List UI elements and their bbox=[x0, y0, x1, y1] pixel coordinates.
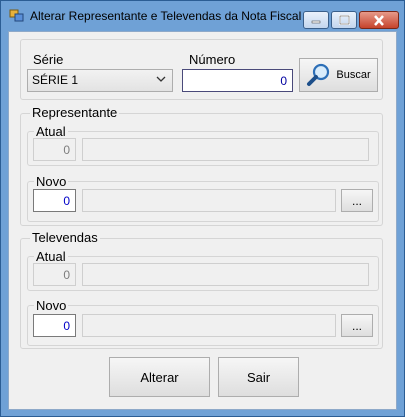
representante-novo-label: Novo bbox=[34, 174, 69, 189]
televendas-novo-name bbox=[82, 314, 336, 337]
app-icon bbox=[9, 9, 24, 22]
search-icon bbox=[307, 63, 330, 86]
main-window: Alterar Representante e Televendas da No… bbox=[0, 0, 405, 417]
minimize-button[interactable] bbox=[303, 11, 329, 29]
title-bar[interactable]: Alterar Representante e Televendas da No… bbox=[1, 1, 404, 31]
representante-group-title: Representante bbox=[30, 105, 120, 120]
numero-label: Número bbox=[189, 52, 236, 67]
close-icon bbox=[374, 14, 384, 26]
representante-atual-label: Atual bbox=[34, 124, 68, 139]
televendas-novo-code-input[interactable]: 0 bbox=[33, 314, 76, 337]
chevron-down-icon bbox=[156, 76, 166, 82]
representante-atual-code: 0 bbox=[33, 138, 76, 161]
representante-browse-button[interactable]: ... bbox=[341, 189, 373, 212]
numero-input[interactable]: 0 bbox=[182, 69, 293, 92]
sair-button[interactable]: Sair bbox=[218, 357, 299, 397]
alterar-button[interactable]: Alterar bbox=[109, 357, 210, 397]
buscar-button-label: Buscar bbox=[336, 69, 371, 81]
representante-atual-name bbox=[82, 138, 369, 161]
window-title: Alterar Representante e Televendas da No… bbox=[30, 9, 302, 23]
close-button[interactable] bbox=[359, 11, 399, 29]
minimize-icon bbox=[311, 20, 321, 24]
maximize-button[interactable] bbox=[331, 11, 357, 29]
representante-novo-name bbox=[82, 189, 336, 212]
televendas-atual-name bbox=[82, 263, 369, 286]
serie-selected-value: SÉRIE 1 bbox=[32, 73, 79, 87]
buscar-button[interactable]: Buscar bbox=[299, 58, 378, 92]
form-client-area: Série SÉRIE 1 Número 0 Buscar Representa… bbox=[8, 31, 397, 410]
televendas-browse-button[interactable]: ... bbox=[341, 314, 373, 337]
maximize-icon bbox=[338, 15, 350, 25]
serie-label: Série bbox=[33, 52, 64, 67]
televendas-group-title: Televendas bbox=[30, 230, 100, 245]
representante-novo-code-input[interactable]: 0 bbox=[33, 189, 76, 212]
televendas-atual-label: Atual bbox=[34, 249, 68, 264]
televendas-atual-code: 0 bbox=[33, 263, 76, 286]
televendas-novo-label: Novo bbox=[34, 298, 69, 313]
serie-combobox[interactable]: SÉRIE 1 bbox=[27, 69, 173, 92]
